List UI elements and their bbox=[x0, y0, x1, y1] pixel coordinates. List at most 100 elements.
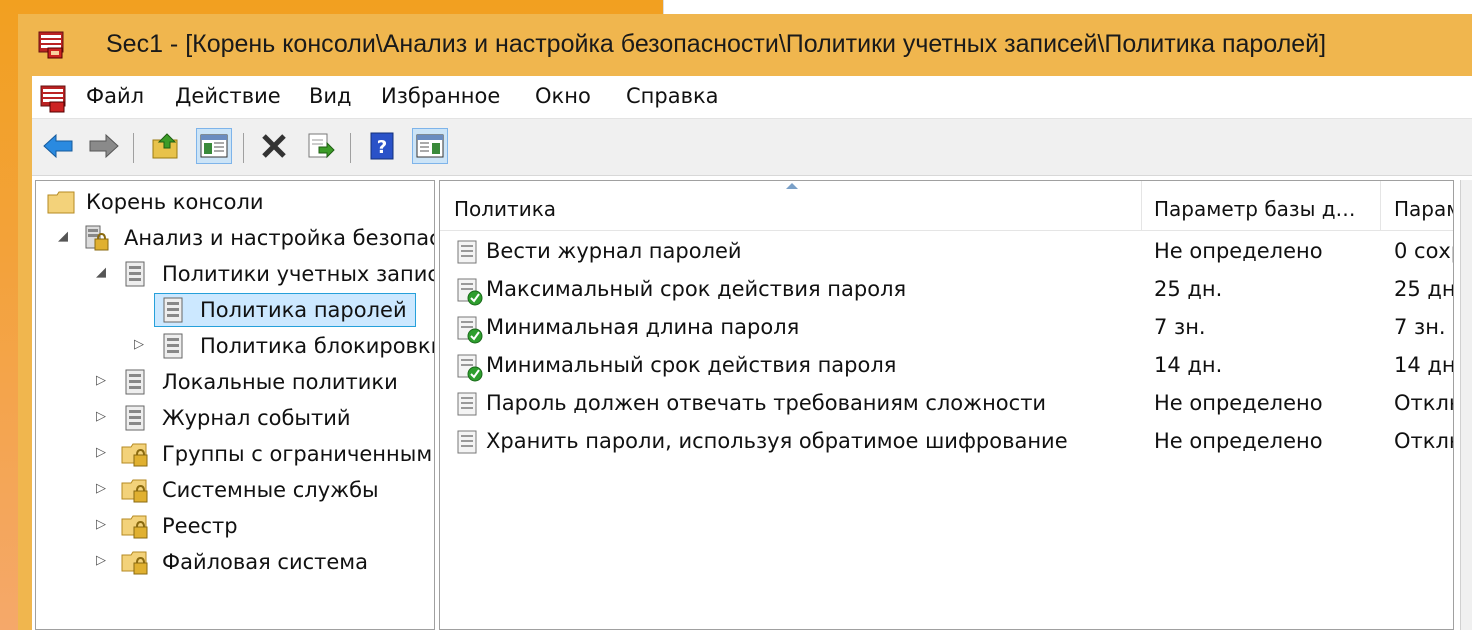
menu-window[interactable]: Окно bbox=[535, 84, 591, 108]
policy-setting-icon bbox=[457, 430, 477, 454]
menu-view[interactable]: Вид bbox=[309, 84, 352, 108]
security-console-icon bbox=[38, 31, 64, 59]
tree-item-label: Реестр bbox=[162, 514, 238, 538]
action-pane-edge[interactable] bbox=[1460, 180, 1472, 630]
collapse-arrow-icon[interactable]: ◢ bbox=[96, 265, 110, 281]
menu-action[interactable]: Действие bbox=[175, 84, 281, 108]
column-divider[interactable] bbox=[1380, 181, 1381, 231]
tree-item-event-log[interactable]: ▷ Журнал событий bbox=[36, 401, 434, 435]
delete-icon bbox=[262, 134, 286, 158]
tree-item-lockout-policy[interactable]: ▷ Политика блокировки учетной записи bbox=[36, 329, 434, 363]
expand-arrow-icon[interactable]: ▷ bbox=[96, 445, 110, 461]
table-row[interactable]: Минимальная длина пароля 7 зн. 7 зн. bbox=[440, 309, 1453, 347]
computer-setting: 25 дн. bbox=[1394, 277, 1453, 301]
computer-setting: Отключен bbox=[1394, 391, 1453, 415]
column-header-policy[interactable]: Политика bbox=[454, 181, 1134, 231]
desktop-background-window bbox=[663, 0, 1472, 14]
tree-item-local-policies[interactable]: ▷ Локальные политики bbox=[36, 365, 434, 399]
show-hide-tree-button[interactable] bbox=[196, 128, 232, 164]
expand-arrow-icon[interactable]: ▷ bbox=[96, 409, 110, 425]
tree-item-label: Локальные политики bbox=[162, 370, 398, 394]
console-tree[interactable]: Корень консоли ◢ Анализ и настройка безо… bbox=[35, 180, 435, 630]
tree-item-label: Политики учетных записей bbox=[162, 262, 434, 286]
results-list[interactable]: Политика Параметр базы данных Параметр к… bbox=[439, 180, 1454, 630]
menu-help[interactable]: Справка bbox=[626, 84, 719, 108]
expand-arrow-icon[interactable]: ▷ bbox=[96, 373, 110, 389]
table-row[interactable]: Максимальный срок действия пароля 25 дн.… bbox=[440, 271, 1453, 309]
db-setting: 7 зн. bbox=[1154, 315, 1206, 339]
policy-setting-ok-icon bbox=[457, 316, 483, 344]
policy-name: Минимальный срок действия пароля bbox=[486, 353, 897, 377]
up-folder-button[interactable] bbox=[148, 128, 184, 164]
tree-item-security-analysis[interactable]: ◢ Анализ и настройка безопасности bbox=[36, 221, 434, 255]
delete-button[interactable] bbox=[256, 128, 292, 164]
forward-icon bbox=[89, 133, 119, 159]
expand-arrow-icon[interactable]: ▷ bbox=[96, 553, 110, 569]
policy-icon bbox=[125, 261, 145, 287]
expand-arrow-icon[interactable]: ▷ bbox=[134, 337, 148, 353]
table-row[interactable]: Хранить пароли, используя обратимое шифр… bbox=[440, 423, 1453, 461]
tree-item-label: Системные службы bbox=[162, 478, 379, 502]
window-title: Sec1 - [Корень консоли\Анализ и настройк… bbox=[106, 30, 1327, 58]
show-hide-action-pane-button[interactable] bbox=[412, 128, 448, 164]
policy-name: Хранить пароли, используя обратимое шифр… bbox=[486, 429, 1068, 453]
db-setting: 25 дн. bbox=[1154, 277, 1223, 301]
forward-button[interactable] bbox=[86, 128, 122, 164]
policy-name: Максимальный срок действия пароля bbox=[486, 277, 907, 301]
computer-setting: 14 дн. bbox=[1394, 353, 1453, 377]
tree-item-registry[interactable]: ▷ Реестр bbox=[36, 509, 434, 543]
tree-item-label: Корень консоли bbox=[86, 190, 264, 214]
mmc-window: Sec1 - [Корень консоли\Анализ и настройк… bbox=[18, 14, 1472, 630]
table-row[interactable]: Минимальный срок действия пароля 14 дн. … bbox=[440, 347, 1453, 385]
tree-item-console-root[interactable]: Корень консоли bbox=[36, 185, 434, 219]
computer-setting: 0 сохраненных паролей bbox=[1394, 239, 1453, 263]
tree-item-label: Файловая система bbox=[162, 550, 369, 574]
tree-item-label: Журнал событий bbox=[162, 406, 351, 430]
db-setting: 14 дн. bbox=[1154, 353, 1223, 377]
policy-setting-icon bbox=[457, 392, 477, 416]
policy-icon bbox=[125, 405, 145, 431]
table-row[interactable]: Пароль должен отвечать требованиям сложн… bbox=[440, 385, 1453, 423]
svg-text:?: ? bbox=[377, 137, 387, 158]
table-row[interactable]: Вести журнал паролей Не определено 0 сох… bbox=[440, 233, 1453, 271]
column-header-db-setting[interactable]: Параметр базы данных bbox=[1154, 181, 1366, 231]
tree-item-account-policies[interactable]: ◢ Политики учетных записей bbox=[36, 257, 434, 291]
title-bar[interactable]: Sec1 - [Корень консоли\Анализ и настройк… bbox=[18, 14, 1472, 76]
locked-folder-icon bbox=[121, 551, 148, 575]
expand-arrow-icon[interactable]: ▷ bbox=[96, 517, 110, 533]
tree-item-label: Политика блокировки учетной записи bbox=[200, 334, 435, 358]
policy-name: Минимальная длина пароля bbox=[486, 315, 800, 339]
export-list-button[interactable] bbox=[302, 128, 338, 164]
db-setting: Не определено bbox=[1154, 391, 1323, 415]
collapse-arrow-icon[interactable]: ◢ bbox=[58, 229, 72, 245]
menu-file[interactable]: Файл bbox=[86, 84, 144, 108]
policy-name: Пароль должен отвечать требованиям сложн… bbox=[486, 391, 1047, 415]
policy-setting-ok-icon bbox=[457, 354, 483, 382]
policy-icon bbox=[125, 369, 145, 395]
policy-name: Вести журнал паролей bbox=[486, 239, 742, 263]
menu-bar: Файл Действие Вид Избранное Окно Справка bbox=[32, 76, 1472, 118]
tree-item-password-policy[interactable]: Политика паролей bbox=[36, 293, 434, 327]
list-header: Политика Параметр базы данных Параметр к… bbox=[440, 181, 1453, 231]
tree-item-restricted-groups[interactable]: ▷ Группы с ограниченным доступом bbox=[36, 437, 434, 471]
tree-item-system-services[interactable]: ▷ Системные службы bbox=[36, 473, 434, 507]
show-hide-tree-icon bbox=[200, 134, 228, 158]
tree-item-label: Политика паролей bbox=[200, 298, 407, 322]
column-divider[interactable] bbox=[1141, 181, 1142, 231]
back-icon bbox=[43, 133, 73, 159]
toolbar-separator bbox=[243, 133, 244, 163]
system-menu-icon[interactable] bbox=[38, 82, 70, 114]
client-area: Файл Действие Вид Избранное Окно Справка bbox=[32, 76, 1472, 630]
security-analysis-icon bbox=[85, 225, 109, 251]
column-header-computer-setting[interactable]: Параметр компьютера bbox=[1394, 181, 1453, 231]
tree-item-file-system[interactable]: ▷ Файловая система bbox=[36, 545, 434, 579]
locked-folder-icon bbox=[121, 479, 148, 503]
policy-icon bbox=[163, 297, 183, 323]
expand-arrow-icon[interactable]: ▷ bbox=[96, 481, 110, 497]
help-button[interactable]: ? bbox=[364, 128, 400, 164]
tree-item-label: Анализ и настройка безопасности bbox=[124, 226, 434, 250]
computer-setting: Отключен bbox=[1394, 429, 1453, 453]
menu-favorites[interactable]: Избранное bbox=[381, 84, 500, 108]
help-icon: ? bbox=[370, 132, 394, 160]
back-button[interactable] bbox=[40, 128, 76, 164]
